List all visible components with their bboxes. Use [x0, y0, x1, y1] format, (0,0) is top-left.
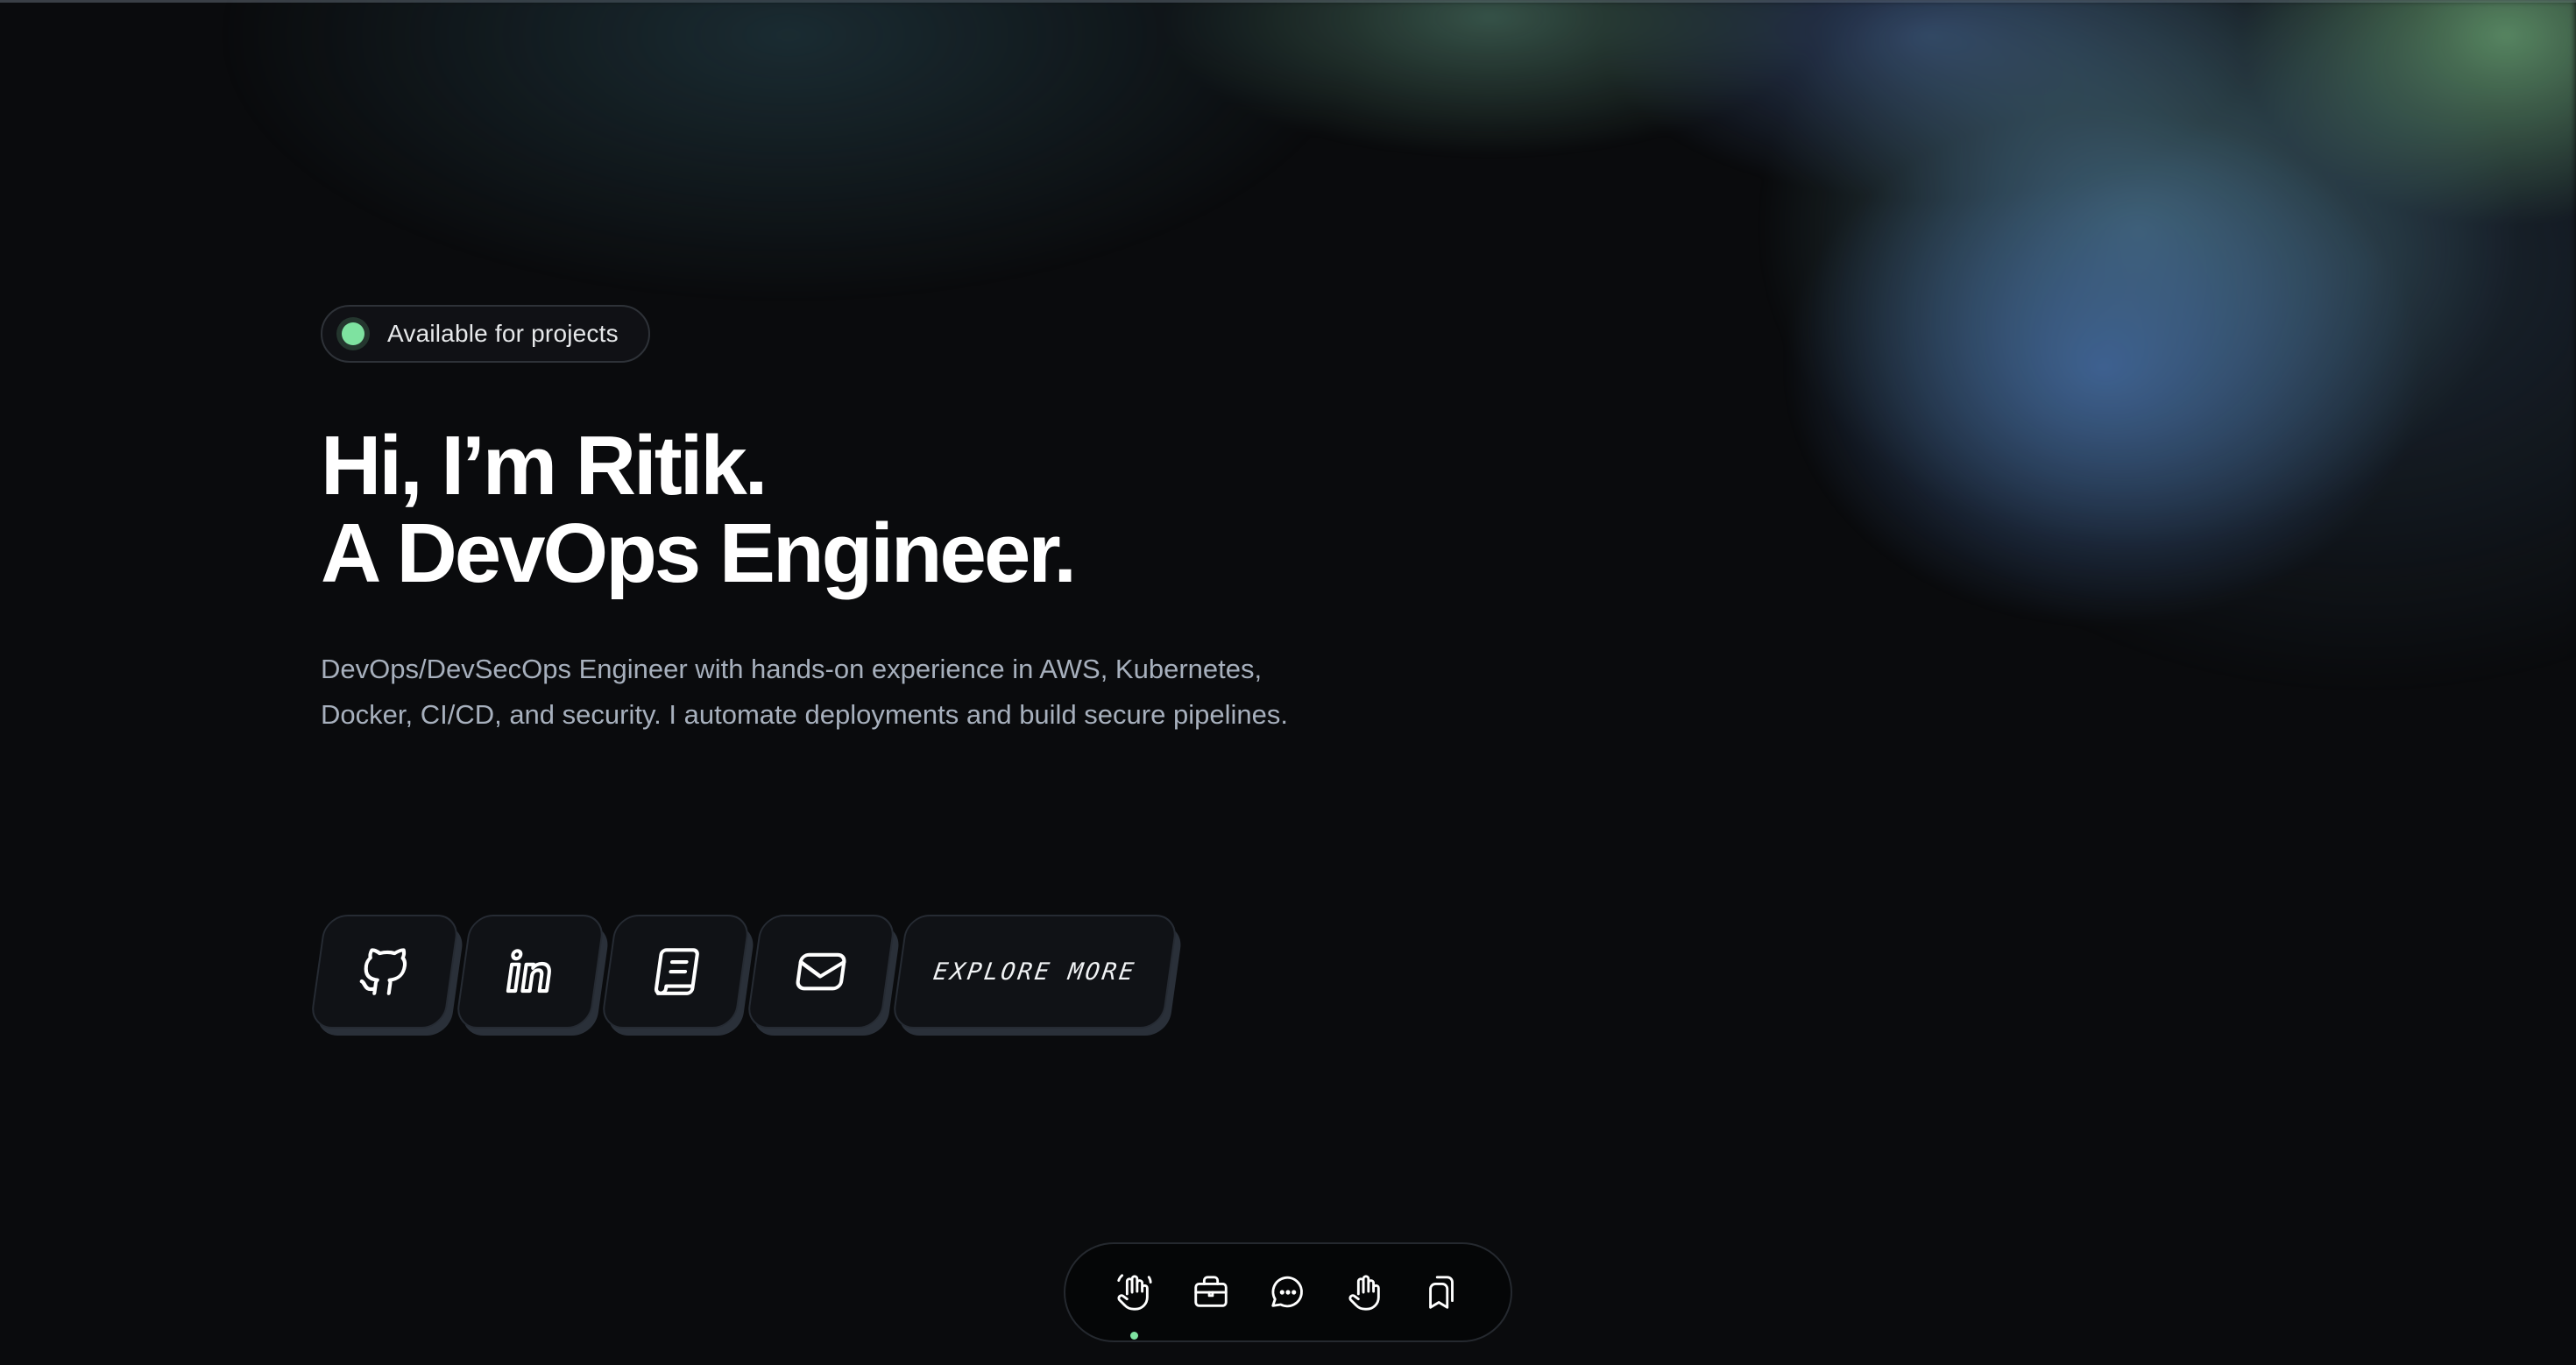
dock-item-blog[interactable]: [1418, 1268, 1467, 1317]
hero-section: Available for projects Hi, I’m Ritik. A …: [321, 305, 1460, 765]
hero-description: DevOps/DevSecOps Engineer with hands-on …: [321, 654, 1288, 730]
linkedin-button[interactable]: [454, 915, 611, 1036]
social-keys: EXPLORE MORE: [308, 915, 1184, 1037]
dock-item-intro[interactable]: [1109, 1268, 1158, 1340]
github-icon: [359, 948, 407, 995]
status-dot-icon: [342, 322, 364, 345]
hand-icon: [1348, 1275, 1380, 1311]
dock-item-contact[interactable]: [1263, 1268, 1313, 1317]
active-indicator: [1130, 1332, 1138, 1340]
hero-headline: Hi, I’m Ritik. A DevOps Engineer.: [321, 422, 1460, 598]
key-face: [745, 915, 897, 1029]
resume-button[interactable]: [599, 915, 756, 1036]
explore-more-button[interactable]: EXPLORE MORE: [890, 915, 1184, 1036]
chat-bubble-icon: [1271, 1276, 1303, 1308]
key-face: EXPLORE MORE: [890, 915, 1179, 1029]
headline-line-1: Hi, I’m Ritik.: [321, 419, 768, 513]
dock-item-about[interactable]: [1341, 1268, 1390, 1317]
resume-icon: [654, 948, 699, 995]
dock-item-work[interactable]: [1186, 1268, 1235, 1317]
mail-icon: [796, 952, 846, 991]
bookmarks-icon: [1429, 1276, 1454, 1309]
briefcase-icon: [1194, 1276, 1228, 1307]
key-face: [454, 915, 606, 1029]
email-button[interactable]: [745, 915, 902, 1036]
bottom-dock: [1064, 1242, 1512, 1342]
linkedin-icon: [506, 949, 551, 994]
explore-more-label: EXPLORE MORE: [931, 958, 1138, 986]
key-face: [599, 915, 752, 1029]
key-face: [308, 915, 461, 1029]
wave-hand-icon: [1117, 1274, 1152, 1311]
availability-badge: Available for projects: [321, 305, 650, 363]
availability-text: Available for projects: [387, 320, 619, 347]
top-border: [0, 0, 2576, 3]
headline-line-2: A DevOps Engineer.: [321, 506, 1077, 600]
github-button[interactable]: [308, 915, 465, 1036]
